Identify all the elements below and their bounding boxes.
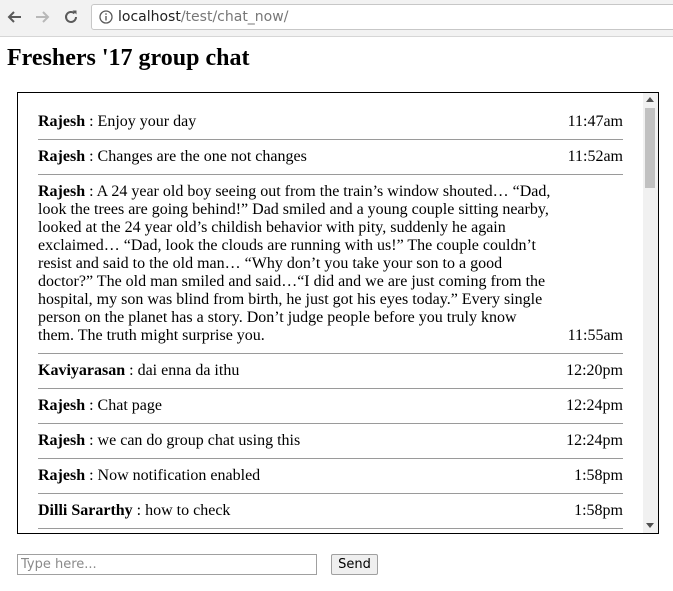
message-sender: Kaviyarasan <box>38 362 126 379</box>
scroll-down-arrow-icon[interactable] <box>646 523 654 528</box>
message-sender: Rajesh <box>38 432 86 449</box>
chat-message: Rajesh : Chat page 12:24pm <box>38 389 623 424</box>
chat-message: Dilli Sararthy : how to check 1:58pm <box>38 494 623 529</box>
chat-box[interactable]: Rajesh : Enjoy your day 11:47am Rajesh : C… <box>17 92 659 534</box>
page-title: Freshers '17 group chat <box>7 45 250 71</box>
message-time: 1:58pm <box>574 467 623 484</box>
message-body: Rajesh : Now notification enabled <box>38 467 623 485</box>
url-path: /test/chat_now/ <box>180 9 289 25</box>
message-text: : Chat page <box>85 397 162 414</box>
chat-message: Rajesh : A 24 year old boy seeing out fr… <box>38 175 623 354</box>
message-sender: Rajesh <box>38 397 86 414</box>
send-button[interactable]: Send <box>331 554 378 575</box>
message-time: 12:20pm <box>566 362 623 379</box>
message-body: Rajesh : A 24 year old boy seeing out fr… <box>38 183 623 345</box>
message-input[interactable] <box>17 554 317 575</box>
address-bar[interactable]: localhost/test/chat_now/ <box>91 4 673 30</box>
message-text: : dai enna da ithu <box>125 362 240 379</box>
chat-message: Rajesh : Enjoy your day 11:47am <box>38 105 623 140</box>
message-text: : Now notification enabled <box>85 467 261 484</box>
reload-icon <box>65 10 77 23</box>
message-text: : A 24 year old boy seeing out from the … <box>38 183 551 344</box>
arrow-right-icon <box>36 11 50 23</box>
message-text: : Changes are the one not changes <box>85 148 307 165</box>
url-text: localhost/test/chat_now/ <box>118 9 288 26</box>
message-sender: Rajesh <box>38 148 86 165</box>
message-body: Rajesh : Chat page <box>38 397 623 415</box>
message-body: Rajesh : Changes are the one not changes <box>38 148 623 166</box>
chat-message: Rajesh : Changes are the one not changes… <box>38 140 623 175</box>
message-body: Dilli Sararthy : how to check <box>38 502 623 520</box>
message-time: 11:47am <box>567 113 623 130</box>
message-time: 11:55am <box>567 327 623 344</box>
chat-message: Rajesh : we can do group chat using this… <box>38 424 623 459</box>
chat-message: Rajesh : setting -> notification1:58pm <box>38 529 623 533</box>
message-body: Rajesh : Enjoy your day <box>38 113 623 131</box>
scroll-up-arrow-icon[interactable] <box>646 97 654 102</box>
message-time: 1:58pm <box>574 502 623 519</box>
back-button[interactable] <box>4 6 26 28</box>
chat-scrollbar[interactable] <box>643 93 658 533</box>
message-body: Kaviyarasan : dai enna da ithu <box>38 362 623 380</box>
message-body: Rajesh : we can do group chat using this <box>38 432 623 450</box>
message-sender: Rajesh <box>38 467 86 484</box>
message-sender: Dilli Sararthy <box>38 502 133 519</box>
browser-toolbar: localhost/test/chat_now/ <box>0 0 673 37</box>
message-text: : Enjoy your day <box>85 113 197 130</box>
info-icon <box>99 10 113 24</box>
message-time: 12:24pm <box>566 432 623 449</box>
arrow-left-icon <box>7 11 21 23</box>
chat-message: Rajesh : Now notification enabled 1:58pm <box>38 459 623 494</box>
chat-message-list: Rajesh : Enjoy your day 11:47am Rajesh : C… <box>38 105 623 533</box>
message-time: 12:24pm <box>566 397 623 414</box>
message-time: 11:52am <box>567 148 623 165</box>
chat-message: Kaviyarasan : dai enna da ithu 12:20pm <box>38 354 623 389</box>
message-text: : how to check <box>132 502 231 519</box>
forward-button[interactable] <box>31 6 53 28</box>
reload-button[interactable] <box>60 6 82 28</box>
url-host: localhost <box>118 9 181 25</box>
message-sender: Rajesh <box>38 183 86 200</box>
message-text: : we can do group chat using this <box>85 432 301 449</box>
message-sender: Rajesh <box>38 113 86 130</box>
scrollbar-thumb[interactable] <box>645 108 655 188</box>
